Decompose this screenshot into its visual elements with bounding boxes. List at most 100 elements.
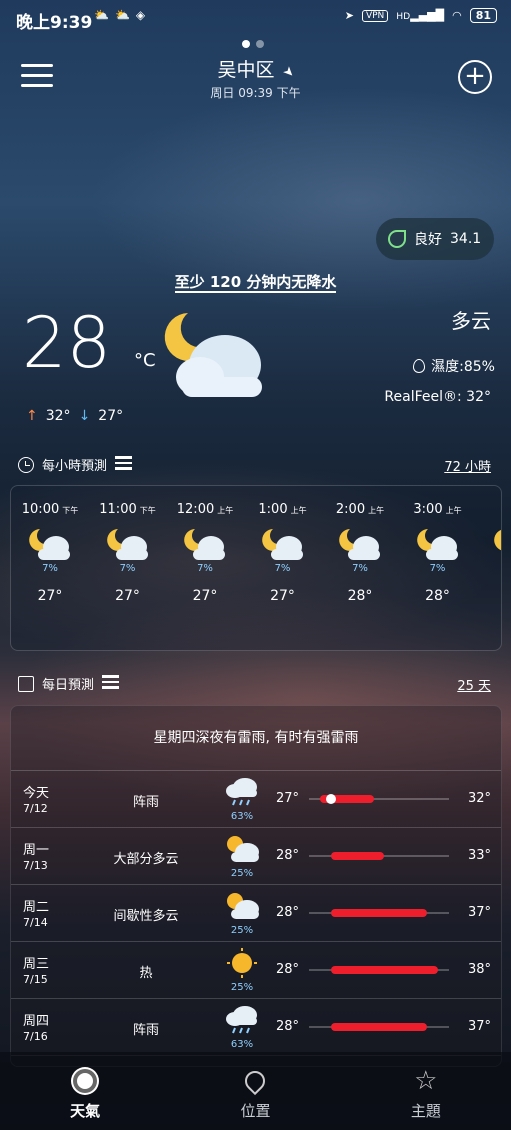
partly-cloudy-night-icon <box>493 525 501 561</box>
hourly-temp: 28° <box>425 588 450 604</box>
partly-cloudy-day-icon <box>223 891 261 921</box>
nav-location-label: 位置 <box>240 1102 271 1120</box>
nav-location[interactable]: 位置 <box>170 1052 340 1130</box>
temp-range-track <box>309 794 449 804</box>
partly-cloudy-night-icon <box>28 525 72 561</box>
location-status-icon: ➤ <box>344 9 354 22</box>
current-datetime: 周日 09:39 下午 <box>210 86 301 100</box>
clock-icon <box>18 456 34 473</box>
hourly-time: 12:00 <box>176 502 215 517</box>
notification-icons: ⛅ ⛅ ◈ <box>94 8 145 22</box>
temp-range-track <box>309 966 449 974</box>
daily-row[interactable]: 今天 7/12 阵雨 63% 27° 32° <box>11 771 501 828</box>
partly-cloudy-night-icon <box>106 525 150 561</box>
temp-range-track <box>309 1023 449 1031</box>
daily-day: 周二 <box>23 900 50 915</box>
daily-date: 7/16 <box>23 1030 48 1043</box>
daily-precip: 25% <box>230 925 254 936</box>
city-title[interactable]: 吴中区 ➤ <box>0 55 511 82</box>
daily-date: 7/15 <box>23 973 48 986</box>
weather-notification-icon: ⛅ <box>114 8 130 22</box>
high-temp: 32° <box>45 408 71 424</box>
rain-icon <box>223 1005 261 1035</box>
temp-range-bar <box>330 909 428 917</box>
hourly-item: 3:00 上午 7% 28° <box>399 486 477 604</box>
hourly-period: 上午 <box>445 506 462 515</box>
daily-day: 周四 <box>23 1014 50 1029</box>
leaf-icon <box>388 230 406 248</box>
daily-high: 33° <box>467 848 491 863</box>
hourly-time: 10:00 <box>21 502 60 517</box>
daily-summary: 星期四深夜有雷雨, 有时有强雷雨 <box>11 706 501 771</box>
list-icon[interactable] <box>115 456 133 473</box>
daily-condition: 间歇性多云 <box>113 909 179 924</box>
hourly-period: 上午 <box>290 506 307 515</box>
temp-range-bar <box>330 1023 428 1031</box>
daily-row[interactable]: 周一 7/13 大部分多云 25% 28° 33° <box>11 828 501 885</box>
daily-title: 每日預測 <box>42 678 95 693</box>
status-time: 晚上9:39 <box>16 13 93 33</box>
nowcast-link[interactable]: 至少 120 分钟内无降水 <box>0 271 511 293</box>
current-temp-marker <box>325 794 336 804</box>
daily-forecast-panel[interactable]: 星期四深夜有雷雨, 有时有强雷雨 今天 7/12 阵雨 63% 27° 32° 周一 7/13… <box>10 705 502 1067</box>
daily-high: 37° <box>467 1019 491 1034</box>
temp-range-track <box>309 852 449 860</box>
hourly-72h-link[interactable]: 72 小時 <box>444 456 491 475</box>
daily-day: 今天 <box>23 786 50 801</box>
nav-weather-label: 天氣 <box>70 1102 101 1120</box>
hourly-time: 3:00 <box>413 502 443 517</box>
bottom-nav: 天氣 位置 ☆ 主題 <box>0 1052 511 1130</box>
hourly-precip: 7% <box>274 563 291 574</box>
partly-cloudy-night-icon <box>338 525 382 561</box>
nav-weather[interactable]: 天氣 <box>0 1052 170 1130</box>
air-quality-label: 良好 <box>414 232 442 248</box>
hourly-item: 1:00 上午 7% 27° <box>244 486 322 604</box>
humidity: 濕度:85% <box>413 356 495 376</box>
daily-date: 7/14 <box>23 916 48 929</box>
air-quality-badge[interactable]: 良好 34.1 <box>376 218 494 260</box>
page-dot <box>256 40 264 48</box>
air-quality-value: 34.1 <box>450 231 482 247</box>
hourly-time: 1:00 <box>258 502 288 517</box>
hourly-forecast-panel[interactable]: 10:00 下午 7% 27° 11:00 下午 7% 27° 12:00 上午 7% 27° 1:00… <box>10 485 502 651</box>
partly-cloudy-night-icon <box>416 525 460 561</box>
sun-icon <box>223 948 261 978</box>
temp-range-bar <box>330 966 439 974</box>
partly-cloudy-night-icon <box>183 525 227 561</box>
daily-low: 27° <box>276 791 300 806</box>
daily-high: 32° <box>467 791 491 806</box>
daily-high: 38° <box>467 962 491 977</box>
rain-icon <box>223 777 261 807</box>
partly-cloudy-night-icon <box>261 525 305 561</box>
location-pin-icon <box>241 1066 270 1096</box>
battery-icon: 81 <box>469 8 497 23</box>
hourly-precip: 7% <box>352 563 368 574</box>
daily-low: 28° <box>276 962 300 977</box>
page-dot-active <box>242 40 250 48</box>
daily-condition: 大部分多云 <box>113 852 179 867</box>
hourly-precip: 7% <box>197 563 213 574</box>
daily-precip: 25% <box>230 868 254 879</box>
theme-star-icon: ☆ <box>414 1066 438 1096</box>
hourly-item: 11:00 下午 7% 27° <box>89 486 167 604</box>
daily-low: 28° <box>276 848 300 863</box>
wifi-icon: ◠ <box>452 9 462 22</box>
daily-precip: 63% <box>230 1039 254 1050</box>
daily-row[interactable]: 周四 7/16 阵雨 63% 28° 37° <box>11 999 501 1056</box>
daily-day: 周三 <box>23 957 50 972</box>
daily-low: 28° <box>276 905 300 920</box>
hourly-period: 下午 <box>62 506 79 515</box>
daily-date: 7/12 <box>23 802 48 815</box>
daily-25d-link[interactable]: 25 天 <box>457 675 491 694</box>
current-temperature: 28 <box>22 302 112 384</box>
daily-row[interactable]: 周三 7/15 热 25% 28° 38° <box>11 942 501 999</box>
hourly-temp: 27° <box>37 588 63 604</box>
daily-row[interactable]: 周二 7/14 间歇性多云 25% 28° 37° <box>11 885 501 942</box>
daily-precip: 25% <box>230 982 254 993</box>
hourly-item: 12:00 上午 7% 27° <box>166 486 244 604</box>
nav-theme[interactable]: ☆ 主題 <box>341 1052 511 1130</box>
hourly-precip: 7% <box>42 563 58 574</box>
list-icon[interactable] <box>102 675 120 692</box>
daily-low: 28° <box>276 1019 300 1034</box>
hourly-temp: 27° <box>270 588 295 604</box>
